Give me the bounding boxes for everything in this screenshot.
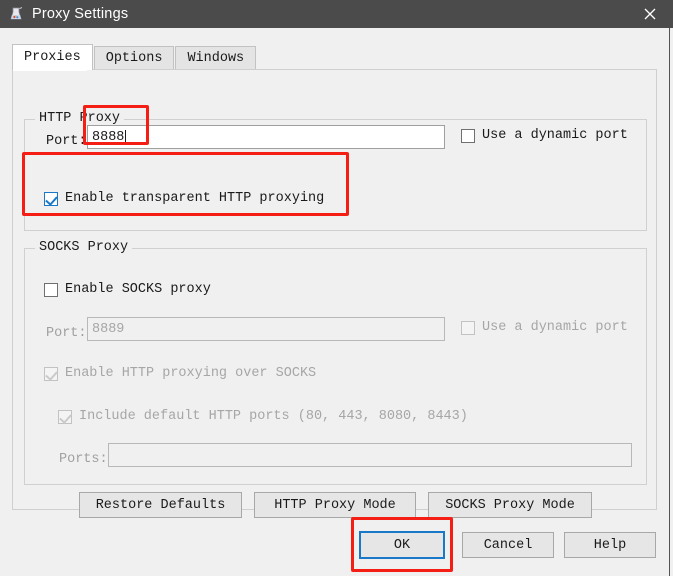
restore-defaults-button[interactable]: Restore Defaults (79, 492, 242, 518)
socks-port-input[interactable]: 8889 (87, 317, 445, 341)
socks-ports-input[interactable] (108, 443, 632, 467)
text-caret (125, 129, 127, 145)
transparent-http-proxying-label: Enable transparent HTTP proxying (65, 191, 325, 206)
http-port-value: 8888 (92, 129, 125, 145)
http-dynamic-port-checkbox[interactable]: Use a dynamic port (461, 128, 628, 143)
http-proxying-over-socks-label: Enable HTTP proxying over SOCKS (65, 366, 317, 381)
checkbox-checked-icon (44, 366, 58, 381)
http-proxy-mode-button[interactable]: HTTP Proxy Mode (254, 492, 416, 518)
http-port-label: Port: (46, 134, 87, 149)
help-button[interactable]: Help (564, 532, 656, 558)
socks-port-value: 8889 (92, 321, 125, 337)
socks-proxy-mode-button[interactable]: SOCKS Proxy Mode (428, 492, 592, 518)
socks-proxy-group-title: SOCKS Proxy (35, 240, 133, 255)
enable-socks-proxy-label: Enable SOCKS proxy (65, 282, 211, 297)
close-icon[interactable] (627, 0, 673, 28)
cancel-button[interactable]: Cancel (462, 532, 554, 558)
window-title: Proxy Settings (32, 6, 129, 22)
checkbox-checked-icon (58, 409, 72, 424)
tab-proxies[interactable]: Proxies (12, 44, 93, 70)
tab-strip: Proxies Options Windows (12, 44, 657, 70)
dialog-body: Proxies Options Windows HTTP Proxy Port:… (0, 28, 670, 576)
socks-proxy-mode-label: SOCKS Proxy Mode (445, 497, 575, 513)
tab-proxies-label: Proxies (24, 50, 81, 65)
http-proxy-mode-label: HTTP Proxy Mode (274, 497, 396, 513)
ok-label: OK (393, 537, 411, 553)
socks-dynamic-port-checkbox[interactable]: Use a dynamic port (461, 320, 628, 335)
include-default-http-ports-checkbox[interactable]: Include default HTTP ports (80, 443, 808… (58, 409, 468, 424)
http-dynamic-port-label: Use a dynamic port (482, 128, 628, 143)
tab-windows-label: Windows (187, 51, 245, 66)
window-titlebar: Proxy Settings (0, 0, 673, 28)
tab-options-label: Options (105, 51, 163, 66)
http-proxy-group-title: HTTP Proxy (35, 111, 125, 126)
checkbox-icon (44, 282, 58, 297)
app-icon (8, 6, 24, 22)
tab-windows[interactable]: Windows (175, 46, 257, 70)
http-proxying-over-socks-checkbox[interactable]: Enable HTTP proxying over SOCKS (44, 366, 316, 381)
include-default-http-ports-label: Include default HTTP ports (80, 443, 808… (79, 409, 468, 424)
transparent-http-proxying-checkbox[interactable]: Enable transparent HTTP proxying (44, 191, 324, 206)
socks-port-label: Port: (46, 326, 87, 341)
restore-defaults-label: Restore Defaults (95, 497, 226, 513)
socks-dynamic-port-label: Use a dynamic port (482, 320, 628, 335)
checkbox-checked-icon (44, 191, 58, 206)
socks-ports-label: Ports: (59, 452, 108, 467)
help-label: Help (593, 537, 627, 553)
ok-button[interactable]: OK (359, 531, 445, 559)
checkbox-icon (461, 128, 475, 143)
cancel-label: Cancel (483, 537, 533, 553)
tab-panel-proxies: HTTP Proxy Port: 8888 Use a dynamic port… (12, 69, 657, 518)
enable-socks-proxy-checkbox[interactable]: Enable SOCKS proxy (44, 282, 211, 297)
tab-options[interactable]: Options (93, 46, 175, 70)
checkbox-icon (461, 320, 475, 335)
http-port-input[interactable]: 8888 (87, 125, 445, 149)
